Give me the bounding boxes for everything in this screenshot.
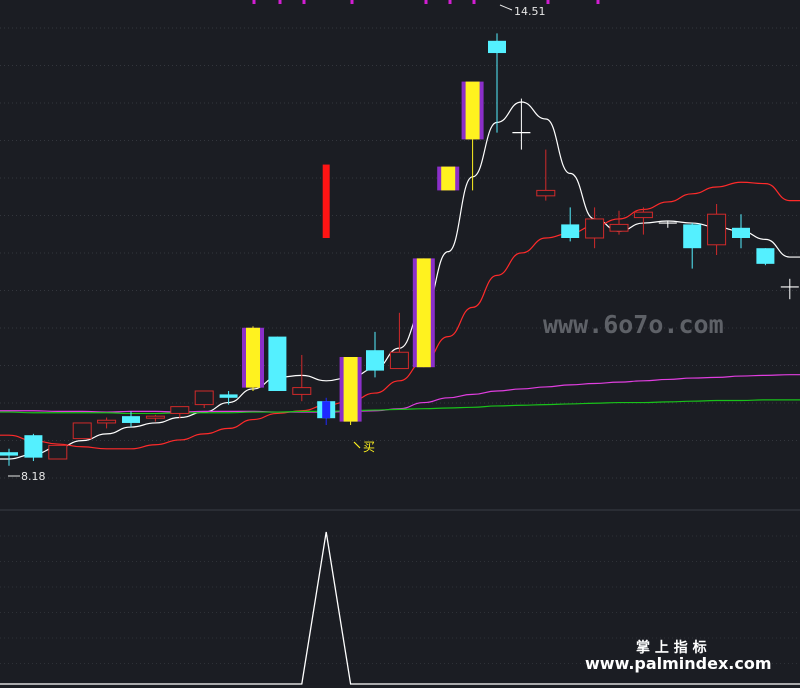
candle-body (122, 416, 140, 423)
candle-body (561, 224, 580, 238)
candle-body (488, 40, 506, 54)
buy-pointer (353, 441, 361, 449)
candle-body (416, 258, 431, 368)
candle-body (585, 218, 605, 239)
candle-body (633, 211, 653, 219)
site-watermark: www.6o7o.com (543, 310, 724, 339)
candle-body (465, 81, 480, 140)
stock-chart: 14.51 8.18 买 www.6o7o.com 掌 上 指 标 www.pa… (0, 0, 800, 685)
marker-dot (302, 0, 306, 4)
candle-body (145, 415, 165, 419)
candle-body (366, 350, 384, 371)
watermarks: www.6o7o.com 掌 上 指 标 www.palmindex.com (543, 310, 772, 673)
candle-body (292, 387, 312, 395)
marker-dot (472, 0, 476, 4)
candle-body (72, 422, 92, 440)
marker-dot (424, 0, 428, 4)
candle-body (536, 189, 556, 197)
candle-body (48, 444, 68, 460)
candle-body (441, 166, 456, 191)
candle-body (170, 406, 190, 414)
high-price-label: 14.51 (514, 5, 546, 18)
candle-body (194, 390, 214, 406)
candle-body (389, 351, 409, 370)
candle-body (609, 223, 629, 232)
candle-body (707, 213, 727, 246)
marker-dot (350, 0, 354, 4)
marker-dot (596, 0, 600, 4)
candlesticks (0, 4, 799, 477)
candle-body (756, 248, 775, 264)
brand-url: www.palmindex.com (585, 654, 772, 673)
buy-signal-label: 买 (363, 440, 375, 454)
candle-body (683, 224, 702, 249)
red-signal-bar (322, 164, 330, 238)
candle-body (343, 357, 358, 422)
candle-body (268, 336, 287, 391)
price-labels: 14.51 8.18 买 (21, 5, 546, 483)
low-price-label: 8.18 (21, 470, 46, 483)
high-pointer (499, 4, 513, 11)
marker-dot (278, 0, 282, 4)
candle-body (0, 452, 18, 456)
marker-dot (448, 0, 452, 4)
top-marker-dots (252, 0, 600, 4)
moving-average-lines (0, 101, 800, 460)
candle-body (246, 327, 260, 388)
candle-body (24, 435, 43, 458)
candle-body (219, 394, 238, 398)
candle-body (322, 401, 331, 419)
ma-line-1 (0, 101, 800, 460)
candle-body (97, 419, 117, 424)
candle-body (732, 227, 750, 238)
marker-dot (546, 0, 550, 4)
chart-stage: 14.51 8.18 买 www.6o7o.com 掌 上 指 标 www.pa… (0, 0, 800, 688)
marker-dot (252, 0, 256, 4)
grid-lines (0, 27, 800, 664)
